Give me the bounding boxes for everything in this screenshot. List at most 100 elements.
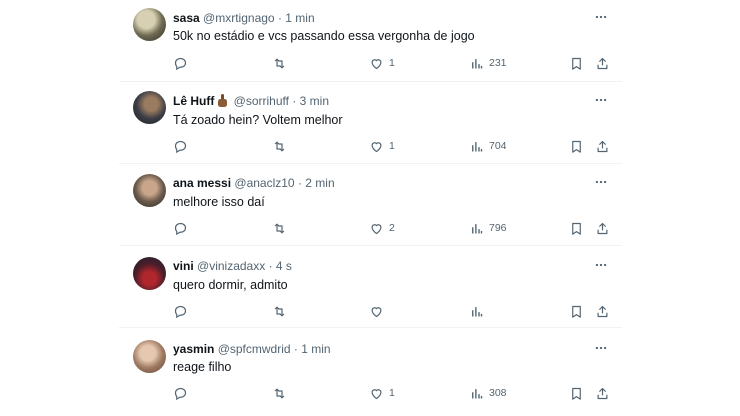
share-icon[interactable]: [595, 385, 610, 401]
reply-tweet[interactable]: sasa @mxrtignago · 1 min 50k no estádio …: [119, 0, 622, 82]
views-icon: [472, 141, 483, 151]
display-name[interactable]: vini: [173, 259, 194, 273]
handle[interactable]: @mxrtignago: [203, 11, 275, 25]
avatar[interactable]: [133, 174, 166, 207]
like-button[interactable]: 1: [369, 55, 395, 71]
like-count: 1: [389, 387, 395, 399]
action-bar: 2 796: [173, 220, 613, 236]
separator: ·: [293, 342, 298, 356]
reply-icon[interactable]: [173, 385, 188, 401]
like-count: 1: [389, 140, 395, 152]
reply-tweet[interactable]: Lê Huff @sorrihuff · 3 min Tá zoado hein…: [119, 82, 622, 164]
separator: ·: [292, 94, 297, 108]
reply-tweet[interactable]: vini @vinizadaxx · 4 s quero dormir, adm…: [119, 246, 622, 328]
bookmark-icon[interactable]: [569, 385, 584, 401]
reply-icon[interactable]: [173, 55, 188, 71]
tweet-header: sasa @mxrtignago · 1 min: [173, 10, 315, 26]
views-icon: [472, 306, 483, 316]
views-count: 704: [489, 140, 507, 152]
views-count: 796: [489, 222, 507, 234]
action-bar: [173, 303, 613, 319]
timestamp[interactable]: 4 s: [276, 259, 292, 273]
replies-column: sasa @mxrtignago · 1 min 50k no estádio …: [119, 0, 622, 416]
action-bar: 1 231: [173, 55, 613, 71]
retweet-icon[interactable]: [272, 303, 287, 319]
more-icon[interactable]: [594, 258, 608, 272]
bookmark-icon[interactable]: [569, 138, 584, 154]
like-icon: [371, 388, 382, 399]
action-bar: 1 308: [173, 385, 613, 401]
handle[interactable]: @sorrihuff: [234, 94, 289, 108]
separator: ·: [268, 259, 273, 273]
tweet-text: quero dormir, admito: [173, 278, 288, 292]
handle[interactable]: @vinizadaxx: [197, 259, 265, 273]
bookmark-icon[interactable]: [569, 220, 584, 236]
views-button[interactable]: 308: [469, 385, 507, 401]
more-icon[interactable]: [594, 10, 608, 24]
views-button[interactable]: 704: [469, 138, 507, 154]
views-icon: [472, 58, 483, 68]
retweet-icon[interactable]: [272, 220, 287, 236]
views-button[interactable]: [469, 303, 489, 319]
retweet-icon[interactable]: [272, 55, 287, 71]
like-icon: [371, 223, 382, 234]
display-name[interactable]: sasa: [173, 11, 200, 25]
tweet-text: Tá zoado hein? Voltem melhor: [173, 113, 343, 127]
tweet-text: 50k no estádio e vcs passando essa vergo…: [173, 29, 475, 43]
share-icon[interactable]: [595, 55, 610, 71]
like-button[interactable]: 2: [369, 220, 395, 236]
reply-icon[interactable]: [173, 303, 188, 319]
bookmark-icon[interactable]: [569, 55, 584, 71]
display-name[interactable]: yasmin: [173, 342, 214, 356]
like-count: 1: [389, 57, 395, 69]
timestamp[interactable]: 1 min: [301, 342, 330, 356]
reply-tweet[interactable]: yasmin @spfcmwdrid · 1 min reage filho 1…: [119, 328, 622, 416]
timestamp[interactable]: 1 min: [285, 11, 314, 25]
tweet-text: reage filho: [173, 360, 232, 374]
more-icon[interactable]: [594, 341, 608, 355]
share-icon[interactable]: [595, 303, 610, 319]
views-button[interactable]: 796: [469, 220, 507, 236]
more-icon[interactable]: [594, 175, 608, 189]
retweet-icon[interactable]: [272, 138, 287, 154]
share-icon[interactable]: [595, 220, 610, 236]
middle-finger-emoji-icon: [218, 94, 228, 107]
handle[interactable]: @anaclz10: [234, 176, 294, 190]
more-icon[interactable]: [594, 93, 608, 107]
reply-icon[interactable]: [173, 220, 188, 236]
share-icon[interactable]: [595, 138, 610, 154]
views-count: 308: [489, 387, 507, 399]
reply-icon[interactable]: [173, 138, 188, 154]
display-name[interactable]: Lê Huff: [173, 94, 214, 108]
separator: ·: [277, 11, 282, 25]
tweet-header: yasmin @spfcmwdrid · 1 min: [173, 341, 331, 357]
like-button[interactable]: 1: [369, 385, 395, 401]
avatar[interactable]: [133, 8, 166, 41]
tweet-header: Lê Huff @sorrihuff · 3 min: [173, 93, 329, 109]
views-icon: [472, 388, 483, 398]
like-icon: [371, 306, 382, 317]
like-button[interactable]: 1: [369, 138, 395, 154]
avatar[interactable]: [133, 340, 166, 373]
bookmark-icon[interactable]: [569, 303, 584, 319]
handle[interactable]: @spfcmwdrid: [218, 342, 291, 356]
reply-tweet[interactable]: ana messi @anaclz10 · 2 min melhore isso…: [119, 164, 622, 246]
display-name[interactable]: ana messi: [173, 176, 231, 190]
avatar[interactable]: [133, 91, 166, 124]
tweet-text: melhore isso daí: [173, 195, 265, 209]
views-count: 231: [489, 57, 507, 69]
like-count: 2: [389, 222, 395, 234]
timestamp[interactable]: 3 min: [300, 94, 329, 108]
tweet-header: ana messi @anaclz10 · 2 min: [173, 175, 335, 191]
separator: ·: [297, 176, 302, 190]
timestamp[interactable]: 2 min: [305, 176, 334, 190]
like-button[interactable]: [369, 303, 389, 319]
views-button[interactable]: 231: [469, 55, 507, 71]
avatar[interactable]: [133, 257, 166, 290]
like-icon: [371, 141, 382, 152]
retweet-icon[interactable]: [272, 385, 287, 401]
action-bar: 1 704: [173, 138, 613, 154]
tweet-header: vini @vinizadaxx · 4 s: [173, 258, 292, 274]
views-icon: [472, 223, 483, 233]
like-icon: [371, 58, 382, 69]
